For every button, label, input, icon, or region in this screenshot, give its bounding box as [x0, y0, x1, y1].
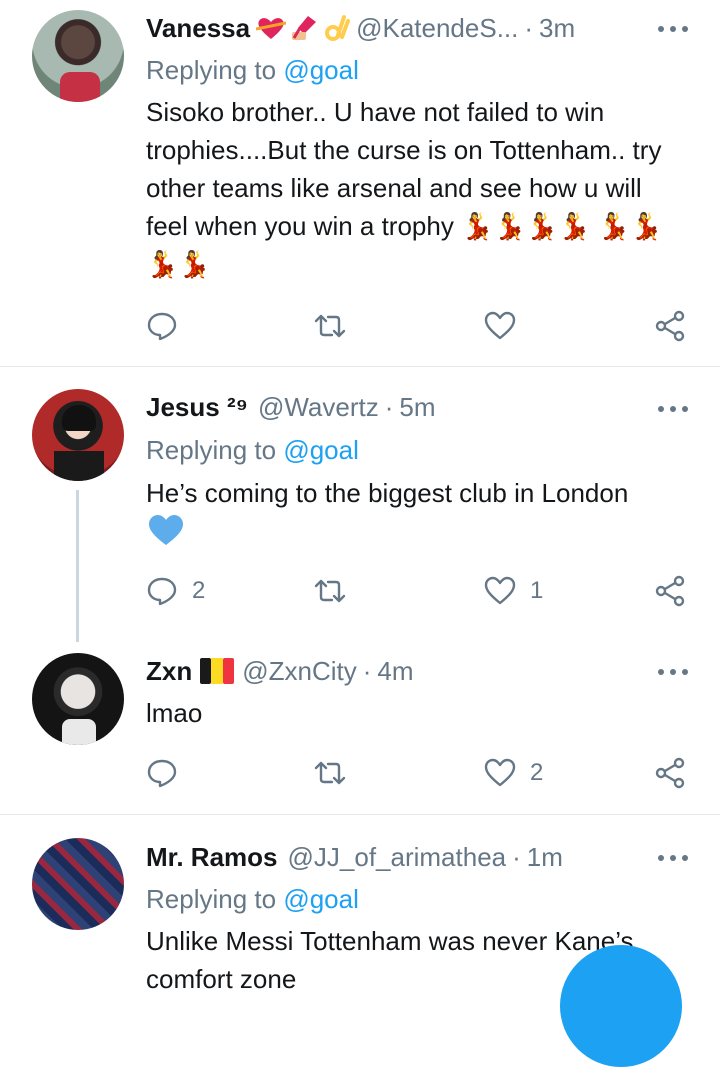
- timestamp[interactable]: 3m: [539, 13, 575, 44]
- replying-to: Replying to @goal: [146, 430, 359, 470]
- mention-link[interactable]: @goal: [283, 55, 359, 85]
- timestamp[interactable]: 5m: [399, 392, 435, 423]
- retweet-icon: [314, 314, 346, 338]
- action-bar: 2 1: [146, 571, 696, 611]
- reply-button[interactable]: [146, 753, 192, 793]
- reply-icon: [147, 577, 177, 606]
- avatar[interactable]: [32, 389, 124, 481]
- avatar[interactable]: [32, 653, 124, 745]
- action-bar: [146, 306, 696, 346]
- retweet-icon: [314, 761, 346, 785]
- tweet-zxn[interactable]: Zxn @ZxnCity · 4m lmao 2: [0, 645, 720, 813]
- heart-ribbon-icon: [256, 18, 287, 39]
- display-name[interactable]: Jesus ²⁹: [146, 392, 248, 423]
- display-name[interactable]: Vanessa: [146, 13, 250, 44]
- separator-dot: ·: [384, 391, 394, 422]
- like-icon: [484, 576, 516, 605]
- share-button[interactable]: [654, 306, 686, 346]
- separator-dot: ·: [362, 655, 372, 686]
- like-icon: [484, 758, 516, 787]
- share-button[interactable]: [654, 571, 686, 611]
- handle[interactable]: @ZxnCity: [242, 656, 357, 687]
- tweet-jesus[interactable]: Jesus ²⁹ @Wavertz · 5m Replying to @goal…: [0, 367, 720, 645]
- separator-dot: ·: [512, 841, 521, 872]
- more-icon[interactable]: [658, 669, 688, 675]
- share-button[interactable]: [654, 753, 686, 793]
- retweet-button[interactable]: [314, 306, 360, 346]
- reply-button[interactable]: [146, 306, 192, 346]
- display-name[interactable]: Mr. Ramos: [146, 842, 278, 873]
- tweet-text: lmao: [146, 698, 203, 728]
- like-button[interactable]: 1: [484, 571, 543, 611]
- share-icon: [655, 310, 685, 342]
- mention-link[interactable]: @goal: [283, 884, 359, 914]
- name-emoji-group: [256, 13, 351, 43]
- ok-hand-icon: [325, 15, 351, 41]
- timestamp[interactable]: 1m: [527, 842, 563, 873]
- like-icon: [484, 311, 516, 340]
- like-count: 1: [530, 577, 544, 604]
- timestamp[interactable]: 4m: [377, 656, 413, 687]
- handle[interactable]: @Wavertz: [258, 392, 379, 423]
- separator-dot: ·: [524, 12, 534, 43]
- share-icon: [655, 575, 685, 607]
- reply-icon: [147, 312, 177, 341]
- more-icon[interactable]: [658, 26, 688, 32]
- mention-link[interactable]: @goal: [283, 435, 359, 465]
- nail-polish-icon: [292, 16, 317, 40]
- handle[interactable]: @JJ_of_arimathea: [288, 842, 507, 873]
- like-button[interactable]: 2: [484, 753, 543, 793]
- compose-tweet-button[interactable]: [560, 945, 682, 1067]
- retweet-icon: [314, 579, 346, 603]
- reply-count: 2: [192, 577, 206, 604]
- avatar[interactable]: [32, 838, 124, 930]
- tweet-text: He’s coming to the biggest club in Londo…: [146, 478, 629, 508]
- replying-prefix: Replying to: [146, 55, 277, 85]
- more-icon[interactable]: [658, 855, 688, 861]
- replying-prefix: Replying to: [146, 884, 277, 914]
- replying-prefix: Replying to: [146, 435, 277, 465]
- more-icon[interactable]: [658, 406, 688, 412]
- retweet-button[interactable]: [314, 571, 360, 611]
- handle[interactable]: @KatendeS...: [356, 13, 518, 44]
- blue-heart-icon: [149, 515, 183, 545]
- tweet-vanessa[interactable]: Vanessa @KatendeS... · 3m Replying to @g…: [0, 0, 720, 366]
- reply-button[interactable]: 2: [146, 571, 205, 611]
- replying-to: Replying to @goal: [146, 879, 359, 919]
- share-icon: [655, 757, 685, 789]
- like-count: 2: [530, 759, 544, 786]
- display-name[interactable]: Zxn: [146, 656, 192, 687]
- like-button[interactable]: [484, 306, 530, 346]
- reply-icon: [147, 759, 177, 788]
- action-bar: 2: [146, 753, 696, 793]
- replying-to: Replying to @goal: [146, 50, 359, 90]
- belgium-flag-icon: [200, 658, 235, 684]
- avatar[interactable]: [32, 10, 124, 102]
- tweet-text: Sisoko brother.. U have not failed to wi…: [146, 97, 663, 279]
- retweet-button[interactable]: [314, 753, 360, 793]
